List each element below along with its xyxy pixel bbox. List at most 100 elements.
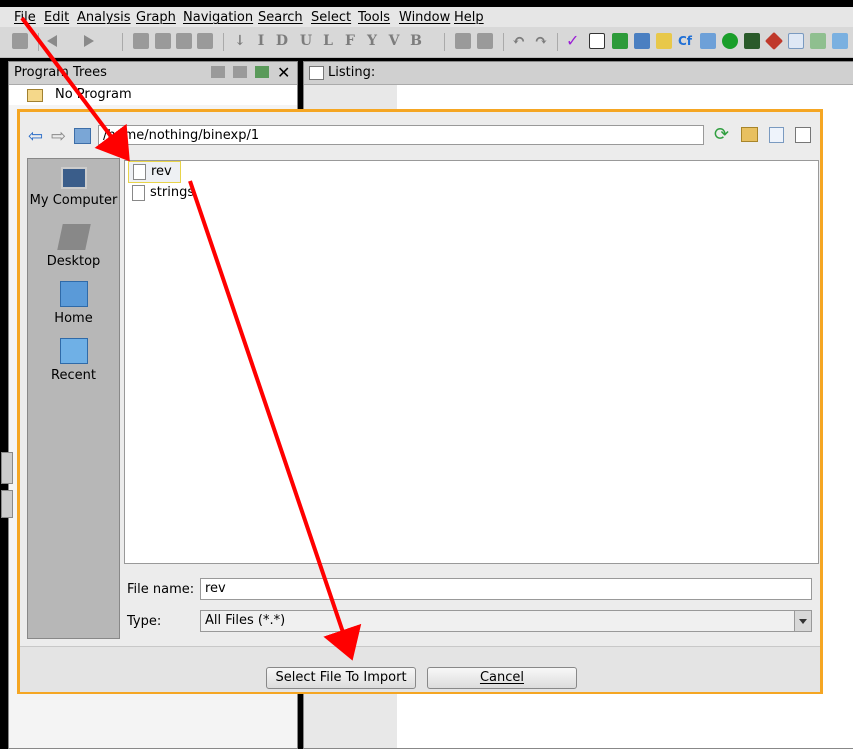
down-arrow-icon[interactable]: ↓ xyxy=(232,33,248,49)
instruction-icon[interactable]: I xyxy=(253,33,269,49)
program-trees-title: Program Trees xyxy=(14,65,107,80)
recent-folder-icon xyxy=(59,338,88,364)
toolbar: ↓ I D U L F Y V B ↶ ↷ ✓ Cf xyxy=(0,27,853,58)
program-trees-header: Program Trees ✕ xyxy=(9,62,297,85)
menu-analysis[interactable]: Analysis xyxy=(77,10,131,25)
file-name-label: File name: xyxy=(127,582,195,597)
nav-doc-icon-4[interactable] xyxy=(197,33,213,49)
script-icon[interactable] xyxy=(832,33,848,49)
side-tab[interactable] xyxy=(1,452,13,484)
nav-doc-icon-3[interactable] xyxy=(176,33,192,49)
memory-icon[interactable] xyxy=(744,33,760,49)
menu-edit[interactable]: Edit xyxy=(44,10,69,25)
table-icon[interactable] xyxy=(788,33,804,49)
place-desktop[interactable]: Desktop xyxy=(28,224,119,269)
listing-title: Listing: xyxy=(328,65,376,80)
undefined-icon[interactable]: U xyxy=(298,33,314,49)
datatype-icon[interactable] xyxy=(656,33,672,49)
file-item[interactable]: strings xyxy=(128,183,202,203)
home-folder-icon xyxy=(59,281,88,307)
file-name: strings xyxy=(150,185,195,200)
type-label: Type: xyxy=(127,614,162,629)
check-icon[interactable]: ✓ xyxy=(566,33,582,49)
file-icon xyxy=(132,185,145,201)
unknown-icon[interactable]: Y xyxy=(364,33,380,49)
nav-doc-icon-1[interactable] xyxy=(133,33,149,49)
merge-icon-1[interactable] xyxy=(455,33,471,49)
file-item[interactable]: rev xyxy=(128,161,181,183)
save-icon[interactable] xyxy=(12,33,28,49)
place-label: Home xyxy=(54,311,93,326)
home-folder-icon[interactable] xyxy=(74,128,91,144)
view-icon[interactable] xyxy=(211,66,225,78)
toolbar-separator xyxy=(223,33,224,51)
menu-bar: File Edit Analysis Graph Navigation Sear… xyxy=(0,7,853,27)
menu-tools[interactable]: Tools xyxy=(358,10,390,25)
computer-icon xyxy=(60,167,87,189)
select-file-button[interactable]: Select File To Import xyxy=(266,667,416,689)
file-list[interactable]: rev strings xyxy=(124,160,819,564)
menu-graph[interactable]: Graph xyxy=(136,10,176,25)
menu-window[interactable]: Window xyxy=(399,10,450,25)
back-arrow-icon[interactable] xyxy=(47,35,57,47)
file-icon xyxy=(133,164,146,180)
toolbar-separator xyxy=(122,33,123,51)
tree-icon[interactable] xyxy=(700,33,716,49)
chevron-down-icon xyxy=(799,619,807,624)
bookmark-icon[interactable]: B xyxy=(408,33,424,49)
forward-icon[interactable]: ⇨ xyxy=(51,126,66,147)
list-view-icon[interactable] xyxy=(769,127,784,143)
cancel-button[interactable]: Cancel xyxy=(427,667,577,689)
dropdown-button[interactable] xyxy=(794,611,811,631)
refresh-doc-icon[interactable] xyxy=(612,33,628,49)
side-tab[interactable] xyxy=(1,490,13,518)
type-select[interactable]: All Files (*.*) xyxy=(200,610,812,632)
merge-icon-2[interactable] xyxy=(477,33,493,49)
places-sidebar: My Computer Desktop Home Recent xyxy=(27,158,120,639)
redo-icon[interactable]: ↷ xyxy=(533,33,549,49)
menu-file[interactable]: File xyxy=(14,10,36,25)
function-icon[interactable]: F xyxy=(342,33,358,49)
refresh-icon[interactable]: ⟳ xyxy=(714,124,729,145)
file-chooser-dialog: ⇦ ⇨ /home/nothing/binexp/1 ⟳ My Computer… xyxy=(17,109,823,694)
run-icon[interactable] xyxy=(722,33,738,49)
menu-select[interactable]: Select xyxy=(311,10,351,25)
type-select-value: All Files (*.*) xyxy=(205,613,286,628)
new-folder-icon[interactable] xyxy=(741,127,758,142)
dialog-button-bar: Select File To Import Cancel xyxy=(20,646,820,692)
listing-icon xyxy=(309,66,324,80)
folder-icon[interactable] xyxy=(233,66,247,78)
close-icon[interactable]: ✕ xyxy=(277,63,290,82)
menu-help[interactable]: Help xyxy=(454,10,484,25)
place-label: Desktop xyxy=(46,254,101,269)
diamond-icon[interactable] xyxy=(764,31,784,51)
back-icon[interactable]: ⇦ xyxy=(28,126,43,147)
tree-row[interactable]: No Program xyxy=(9,85,297,105)
folder-icon xyxy=(27,89,43,102)
file-name-input[interactable]: rev xyxy=(200,578,812,600)
file-name: rev xyxy=(151,164,172,179)
place-home[interactable]: Home xyxy=(28,281,119,326)
path-field[interactable]: /home/nothing/binexp/1 xyxy=(98,125,704,145)
menu-search[interactable]: Search xyxy=(258,10,303,25)
menu-navigation[interactable]: Navigation xyxy=(183,10,253,25)
value-icon[interactable]: V xyxy=(386,33,402,49)
export-icon[interactable] xyxy=(810,33,826,49)
data-icon[interactable]: D xyxy=(274,33,290,49)
place-recent[interactable]: Recent xyxy=(28,338,119,383)
undo-icon[interactable]: ↶ xyxy=(511,33,527,49)
nav-doc-icon-2[interactable] xyxy=(155,33,171,49)
desktop-icon xyxy=(56,224,91,250)
place-label: Recent xyxy=(51,368,96,383)
place-label: My Computer xyxy=(29,193,118,208)
binary-icon[interactable] xyxy=(589,33,605,49)
snapshot-icon[interactable] xyxy=(255,66,269,78)
decompile-icon[interactable]: Cf xyxy=(678,33,694,49)
bytes-icon[interactable] xyxy=(634,33,650,49)
forward-arrow-icon[interactable] xyxy=(84,35,94,47)
toolbar-separator xyxy=(503,33,504,51)
place-my-computer[interactable]: My Computer xyxy=(28,167,119,208)
details-view-icon[interactable] xyxy=(795,127,811,143)
label-icon[interactable]: L xyxy=(320,33,336,49)
tree-item-label: No Program xyxy=(55,87,132,102)
